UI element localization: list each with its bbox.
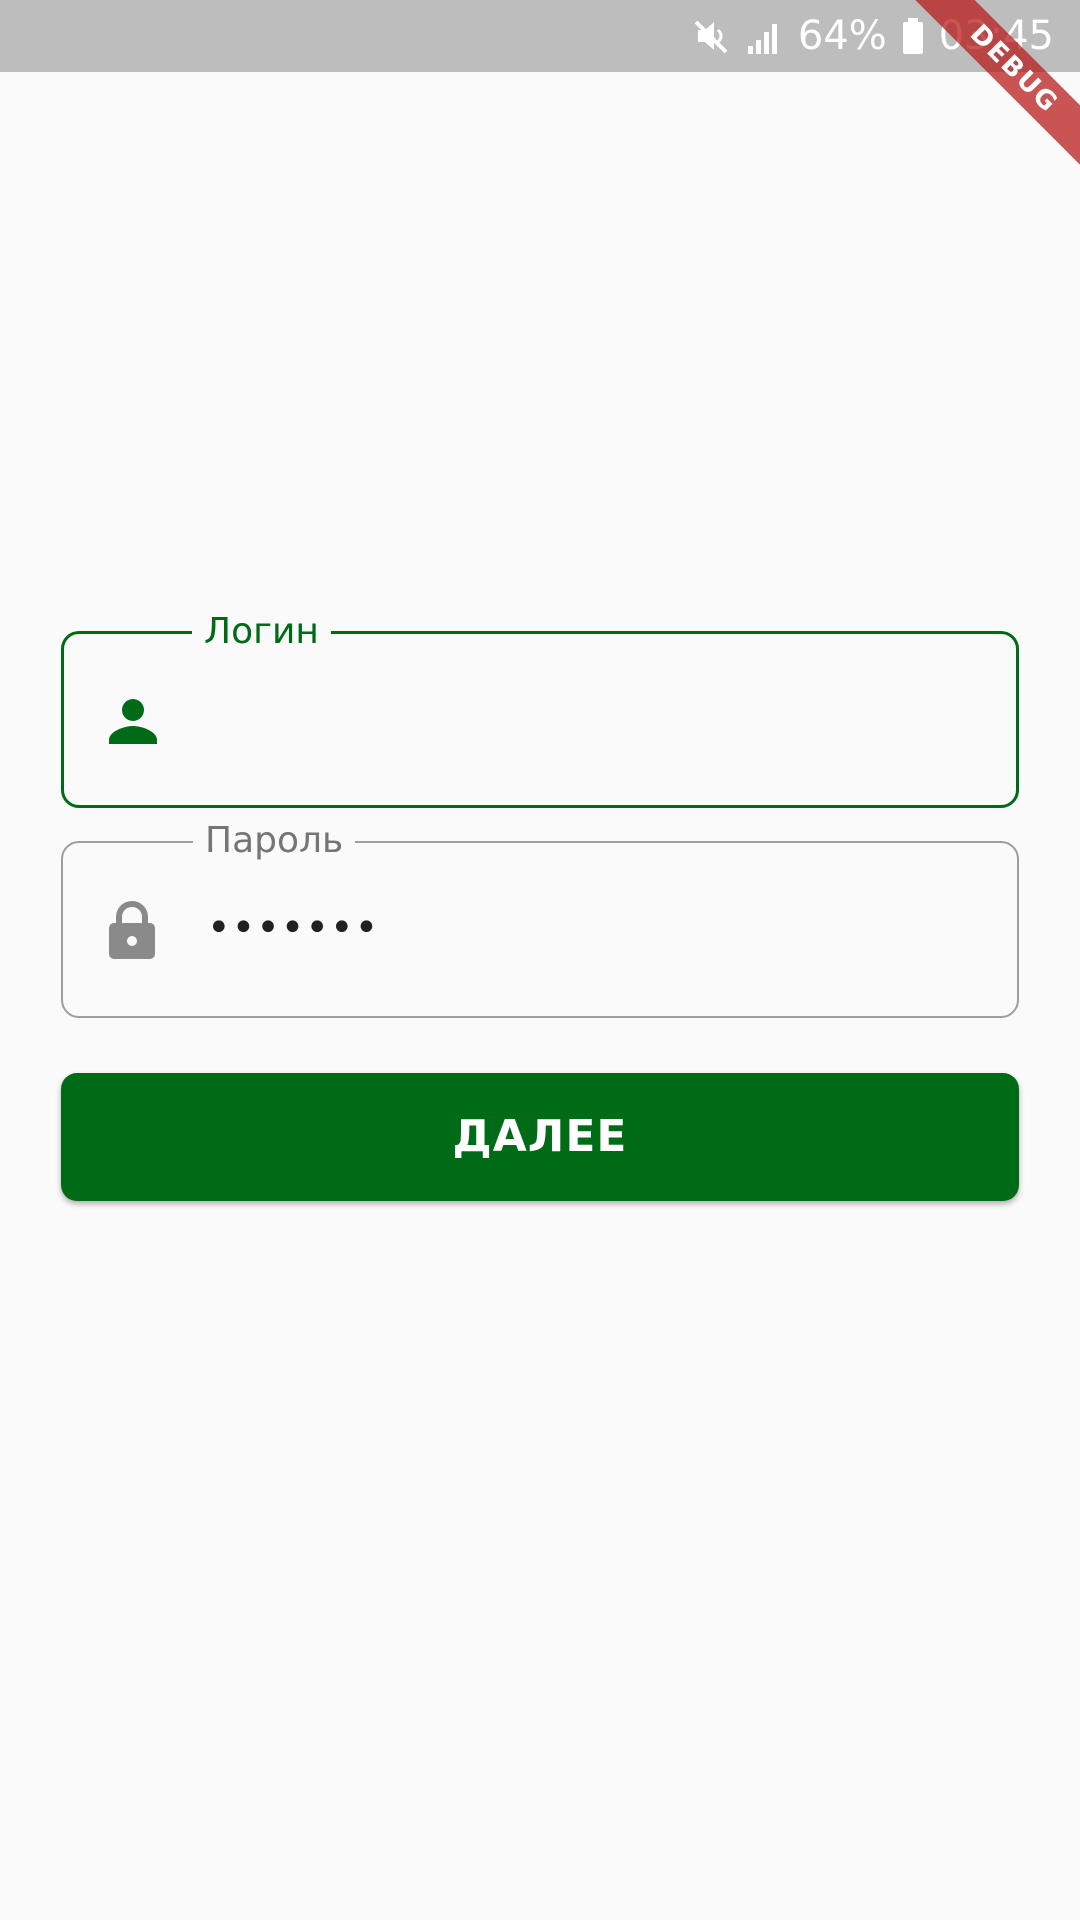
battery-percent: 64% [797, 13, 887, 59]
login-field[interactable]: Логин [61, 612, 1019, 808]
next-button[interactable]: ДАЛЕЕ [61, 1073, 1019, 1201]
password-input[interactable]: ••••••• [207, 893, 379, 963]
status-icons: 64% 03:45 [692, 0, 1054, 72]
lock-icon [105, 901, 159, 959]
login-label: Логин [192, 612, 331, 652]
status-bar: 64% 03:45 [0, 0, 1080, 72]
clock: 03:45 [938, 13, 1054, 59]
password-label: Пароль [193, 821, 356, 861]
password-field[interactable]: Пароль ••••••• [61, 821, 1019, 1018]
signal-icon [746, 16, 784, 56]
mute-icon [692, 16, 732, 56]
battery-icon [901, 16, 925, 56]
person-icon [106, 694, 160, 748]
